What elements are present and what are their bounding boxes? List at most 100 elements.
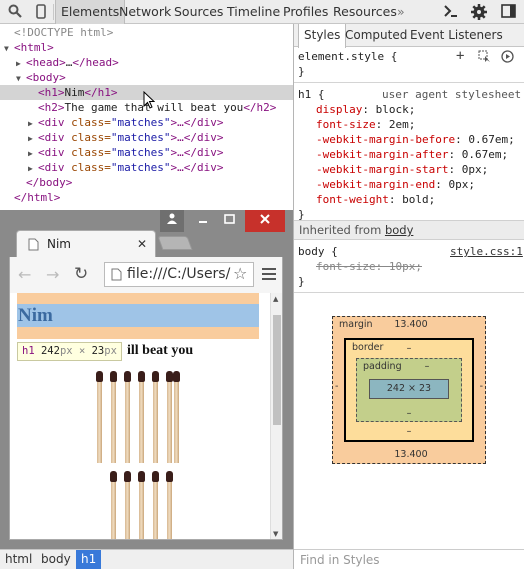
find-in-styles-input[interactable]: Find in Styles <box>294 549 524 569</box>
inherited-header: Inherited from body <box>294 220 524 240</box>
tab-network[interactable]: Network <box>114 0 176 24</box>
style-property[interactable]: -webkit-margin-after: 0.67em; <box>316 147 508 162</box>
styles-pane: element.style { + } h1 { user agent styl… <box>294 47 524 549</box>
page-icon <box>28 238 39 251</box>
minimize-icon[interactable] <box>190 210 216 232</box>
tab-profiles[interactable]: Profiles <box>278 0 333 24</box>
forward-arrow-icon[interactable]: → <box>46 265 59 284</box>
tab-computed[interactable]: Computed <box>340 24 412 47</box>
collapse-triangle-icon[interactable]: ▶ <box>28 146 38 161</box>
h1-rule-selector[interactable]: h1 { <box>298 87 325 102</box>
close-window-icon[interactable] <box>245 210 285 232</box>
box-model-content[interactable]: 242 × 23 <box>369 379 449 399</box>
match-stick-icon[interactable] <box>110 471 117 539</box>
style-property[interactable]: font-size: 2em; <box>316 117 415 132</box>
breadcrumb: html body h1 <box>0 549 293 569</box>
inherited-link[interactable]: body <box>385 223 413 237</box>
dom-head[interactable]: ▶ <head>…</head> <box>16 55 119 70</box>
breadcrumb-html[interactable]: html <box>0 550 37 569</box>
address-bar[interactable]: file:///C:/Users/ <box>104 262 254 287</box>
style-property[interactable]: -webkit-margin-before: 0.67em; <box>316 132 515 147</box>
collapse-triangle-icon[interactable]: ▶ <box>28 116 38 131</box>
h1-content-highlight <box>17 304 259 327</box>
sidebar-tabs: Styles Computed Event Listeners <box>294 24 524 48</box>
device-mode-icon[interactable] <box>33 4 49 20</box>
new-tab-button[interactable] <box>157 236 193 250</box>
close-tab-icon[interactable]: ✕ <box>137 231 147 257</box>
match-stick-icon[interactable] <box>166 371 173 463</box>
overridden-property[interactable]: font-size: 10px; <box>316 259 422 274</box>
page-icon <box>111 268 122 281</box>
expand-triangle-icon[interactable]: ▼ <box>4 41 14 56</box>
inspect-tooltip: h1 242px × 23px <box>17 342 122 361</box>
menu-icon[interactable] <box>262 267 276 284</box>
page-viewport: Nim ill beat you h1 242px × 23px ▲ ▼ <box>9 293 283 540</box>
dom-doctype[interactable]: <!DOCTYPE html> <box>14 25 113 40</box>
match-stick-icon[interactable] <box>124 371 131 463</box>
style-property[interactable]: -webkit-margin-start: 0px; <box>316 162 488 177</box>
search-icon[interactable] <box>7 4 23 20</box>
box-model-border[interactable]: border – – padding – – 242 × 23 <box>344 338 474 442</box>
tab-resources[interactable]: Resources <box>328 0 402 24</box>
browser-tab[interactable]: Nim ✕ <box>16 230 156 258</box>
match-stick-icon[interactable] <box>124 471 131 539</box>
breadcrumb-body[interactable]: body <box>36 550 76 569</box>
dom-body[interactable]: ▼ <body> <box>16 70 66 85</box>
browser-window: Nim ✕ ← → ↻ file:///C:/Users/ ☆ Nim ill … <box>0 210 293 549</box>
page-heading: Nim <box>18 305 53 326</box>
dom-div-matches[interactable]: ▶ <div class="matches">…</div> <box>28 130 223 145</box>
match-stick-icon[interactable] <box>152 371 159 463</box>
style-property[interactable]: font-weight: bold; <box>316 192 435 207</box>
collapse-triangle-icon[interactable]: ▶ <box>28 131 38 146</box>
back-arrow-icon[interactable]: ← <box>18 265 31 284</box>
rule-source: user agent stylesheet <box>382 88 522 101</box>
page-subheading: ill beat you <box>127 343 194 358</box>
collapse-triangle-icon[interactable]: ▶ <box>16 56 26 71</box>
dom-div-matches[interactable]: ▶ <div class="matches">…</div> <box>28 145 223 160</box>
dom-html[interactable]: ▼ <html> <box>4 40 54 55</box>
devtools-toolbar: Elements Network Sources Timeline Profil… <box>0 0 524 24</box>
more-tabs-chevron[interactable]: » <box>392 0 410 24</box>
maximize-icon[interactable] <box>216 210 242 232</box>
style-property[interactable]: -webkit-margin-end: 0px; <box>316 177 475 192</box>
add-rule-icon[interactable]: + <box>456 48 464 64</box>
element-style-rule[interactable]: element.style { <box>298 49 397 64</box>
dom-tree: <!DOCTYPE html> ▼ <html> ▶ <head>…</head> … <box>0 25 293 210</box>
dom-div-matches[interactable]: ▶ <div class="matches">…</div> <box>28 115 223 130</box>
style-property[interactable]: display: block; <box>316 102 415 117</box>
mouse-cursor-icon <box>143 91 155 109</box>
browser-tab-title: Nim <box>47 237 71 251</box>
tab-timeline[interactable]: Timeline <box>222 0 285 24</box>
match-stick-icon[interactable] <box>138 371 145 463</box>
toggle-state-icon[interactable] <box>478 50 492 66</box>
devtools-screen: Elements Network Sources Timeline Profil… <box>0 0 524 569</box>
match-stick-icon[interactable] <box>110 371 117 463</box>
collapse-triangle-icon[interactable]: ▶ <box>28 161 38 176</box>
dock-side-icon[interactable] <box>500 4 516 20</box>
page-scrollbar[interactable]: ▲ ▼ <box>270 293 282 539</box>
tab-sources[interactable]: Sources <box>169 0 228 24</box>
body-rule-selector[interactable]: body { <box>298 244 338 259</box>
dom-div-matches[interactable]: ▶ <div class="matches">…</div> <box>28 160 223 175</box>
match-stick-icon[interactable] <box>173 371 180 463</box>
match-stick-icon[interactable] <box>152 471 159 539</box>
stylesheet-link[interactable]: style.css:1 <box>450 244 523 259</box>
dom-html-close[interactable]: </html> <box>14 190 60 205</box>
animation-icon[interactable] <box>501 50 514 66</box>
match-stick-icon[interactable] <box>138 471 145 539</box>
user-icon[interactable] <box>160 210 184 232</box>
expand-triangle-icon[interactable]: ▼ <box>16 71 26 86</box>
dom-h2[interactable]: <h2>The game that will beat you</h2> <box>38 100 276 115</box>
box-model-margin[interactable]: margin 13.400 13.400 - - border – – padd… <box>332 316 486 464</box>
match-stick-icon[interactable] <box>166 471 173 539</box>
bookmark-star-icon[interactable]: ☆ <box>233 264 248 283</box>
console-drawer-icon[interactable] <box>442 4 458 20</box>
box-model-padding[interactable]: padding – – 242 × 23 <box>356 358 462 422</box>
tab-event-listeners[interactable]: Event Listeners <box>405 24 508 47</box>
dom-body-close[interactable]: </body> <box>26 175 72 190</box>
reload-icon[interactable]: ↻ <box>74 264 88 284</box>
breadcrumb-h1[interactable]: h1 <box>76 550 102 569</box>
match-stick-icon[interactable] <box>96 371 103 463</box>
gear-icon[interactable] <box>471 4 487 20</box>
scrollbar-thumb[interactable] <box>273 315 281 425</box>
